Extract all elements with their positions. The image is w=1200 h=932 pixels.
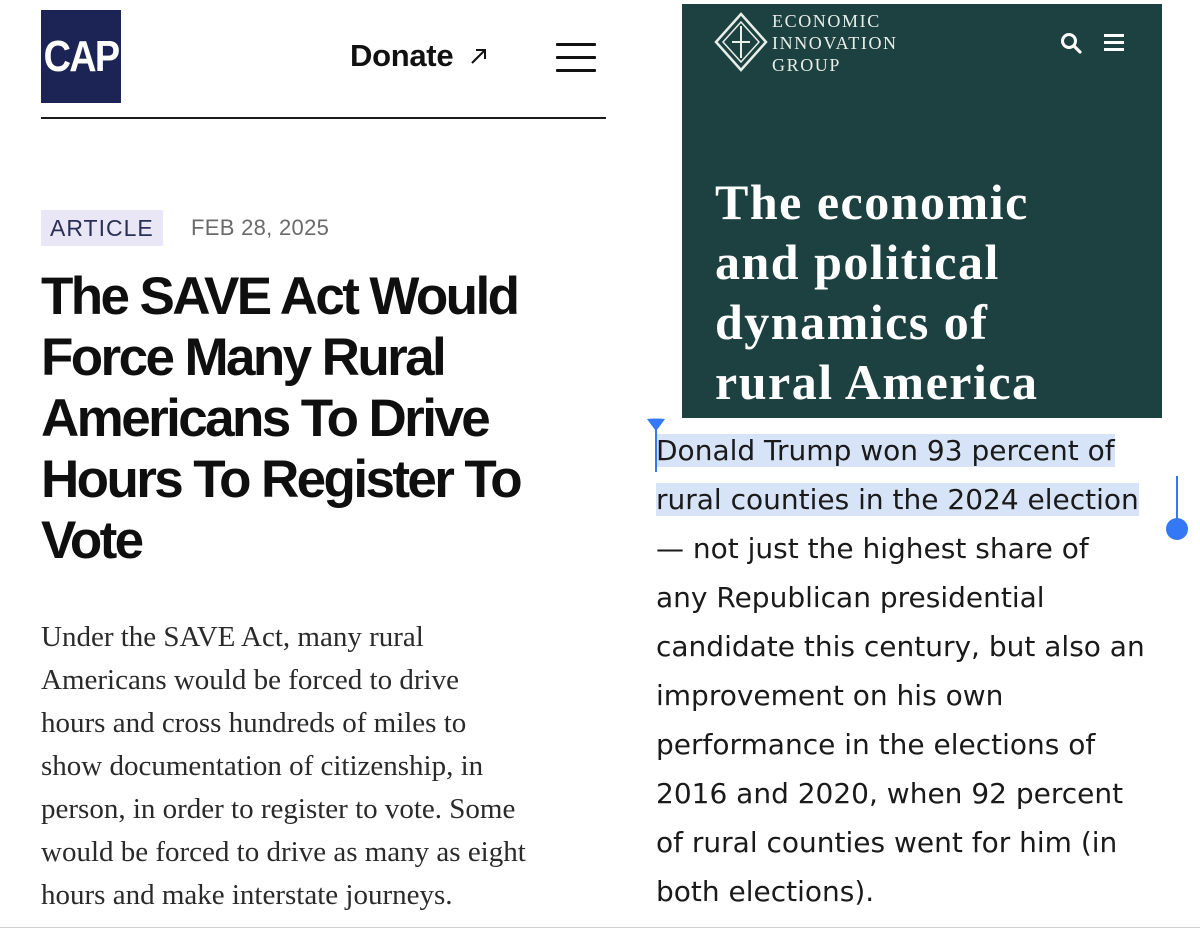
summary-line: person, in order to register to vote. So… <box>41 793 516 825</box>
body-line: improvement on his own <box>656 679 1004 712</box>
summary-line: Americans would be forced to drive <box>41 664 459 696</box>
summary-line: hours and cross hundreds of miles to <box>41 707 467 739</box>
eig-menu-button[interactable] <box>1104 34 1124 51</box>
summary-line: Under the SAVE Act, many rural <box>41 621 424 653</box>
title-line: The economic <box>715 174 1029 230</box>
headline-line: The SAVE Act Would <box>41 267 520 326</box>
hamburger-icon <box>1104 34 1124 37</box>
headline-line: Hours To Register To <box>41 450 523 509</box>
cap-logo[interactable]: CAP <box>41 10 121 103</box>
summary-line: hours and make interstate journeys. <box>41 879 453 911</box>
article-headline: The SAVE Act Would Force Many Rural Amer… <box>41 266 621 571</box>
body-line: of rural counties went for him (in <box>656 826 1118 859</box>
body-line: performance in the elections of <box>656 728 1096 761</box>
selection-end-caret <box>1176 476 1178 520</box>
article-type-tag[interactable]: ARTICLE <box>41 210 163 246</box>
title-line: and political <box>715 234 1000 290</box>
org-name-line: GROUP <box>772 55 842 75</box>
selection-end-handle[interactable] <box>1166 518 1188 540</box>
donate-label: Donate <box>350 38 454 73</box>
summary-line: would be forced to drive as many as eigh… <box>41 836 526 868</box>
donate-link[interactable]: Donate <box>350 38 489 74</box>
bottom-divider <box>0 927 1200 928</box>
header-divider <box>41 117 606 119</box>
body-line: 2016 and 2020, when 92 percent <box>656 777 1124 810</box>
headline-line: Americans To Drive <box>41 389 491 448</box>
article-summary: Under the SAVE Act, many rural Americans… <box>41 616 621 917</box>
body-line: both elections). <box>656 875 875 908</box>
org-name-line: ECONOMIC <box>772 11 881 31</box>
org-name-line: INNOVATION <box>772 33 898 53</box>
eig-article-title: The economic and political dynamics of r… <box>715 172 1155 412</box>
title-line: dynamics of <box>715 294 989 350</box>
article-date: FEB 28, 2025 <box>191 215 330 240</box>
cap-menu-button[interactable] <box>556 43 596 73</box>
body-line: — not just the highest share of <box>656 532 1089 565</box>
summary-line: show documentation of citizenship, in <box>41 750 484 782</box>
external-arrow-icon <box>471 49 487 64</box>
selected-text-highlight[interactable]: Donald Trump won 93 percent of <box>656 434 1115 467</box>
selected-text-highlight[interactable]: rural counties in the 2024 election <box>656 483 1139 516</box>
eig-article-body[interactable]: Donald Trump won 93 percent of rural cou… <box>656 426 1196 916</box>
cap-article-panel: CAP Donate ARTICLE FEB 28, 2025 The SAVE… <box>0 0 640 932</box>
hamburger-icon <box>556 43 596 46</box>
search-icon[interactable] <box>1060 32 1082 54</box>
eig-org-name[interactable]: ECONOMIC INNOVATION GROUP <box>772 10 898 76</box>
diamond-logo-icon[interactable] <box>714 12 768 72</box>
body-line: any Republican presidential <box>656 581 1045 614</box>
body-line: rural counties in the 2024 election <box>656 475 1196 524</box>
headline-line: Force Many Rural <box>41 328 447 387</box>
selection-start-caret <box>655 428 657 472</box>
body-line: Donald Trump won 93 percent of <box>656 426 1196 475</box>
title-line: rural America <box>715 354 1039 410</box>
body-line: candidate this century, but also an <box>656 630 1145 663</box>
headline-line: Vote <box>41 511 144 570</box>
